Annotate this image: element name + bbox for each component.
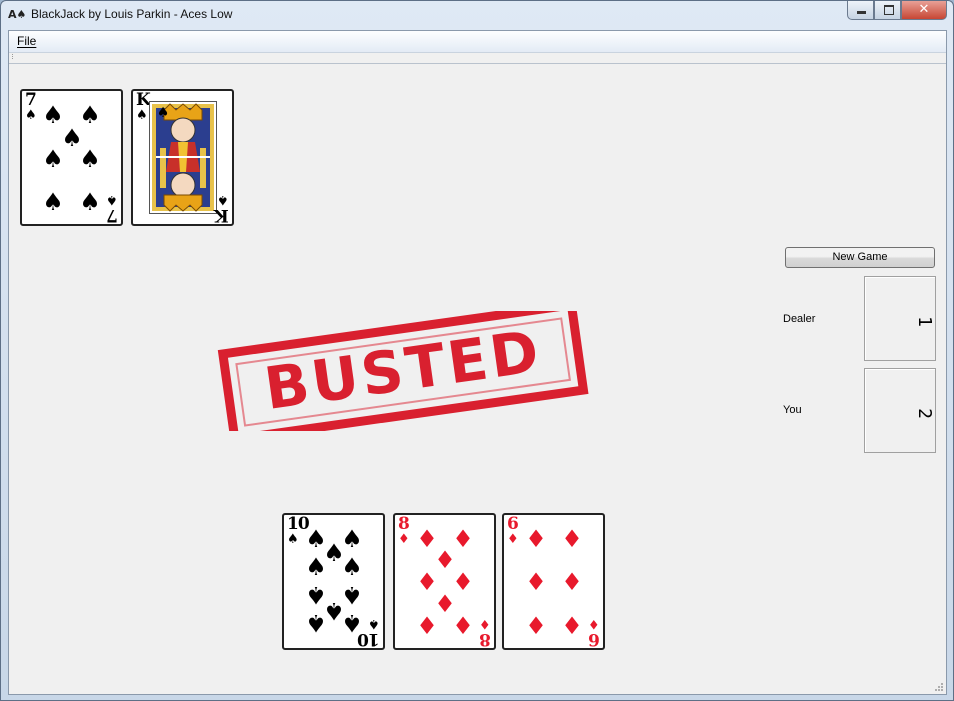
you-score-box: 2 — [864, 368, 936, 453]
dealer-label: Dealer — [783, 313, 816, 325]
dealer-card-2: K ♠ ♠ ♠ K — [131, 89, 234, 226]
spade-icon: ♠ — [136, 108, 148, 123]
diamond-icon: ♦ — [398, 532, 410, 547]
diamond-icon: ♦ — [525, 525, 547, 553]
diamond-icon: ♦ — [452, 612, 474, 640]
card-rank: 6 — [507, 514, 519, 534]
card-rank: K — [215, 205, 229, 225]
app-icon: A♠ — [8, 8, 27, 21]
toolbar-grip[interactable] — [12, 54, 15, 59]
close-button[interactable]: ✕ — [901, 1, 947, 20]
spade-icon: ♠ — [25, 108, 37, 123]
spade-icon: ♠ — [287, 532, 299, 547]
spade-icon: ♠ — [305, 553, 327, 581]
maximize-icon — [884, 5, 894, 15]
diamond-icon: ♦ — [561, 525, 583, 553]
card-rank: 7 — [107, 205, 118, 225]
dealer-card-1: 7 ♠ ♠ ♠ ♠ ♠ ♠ ♠ ♠ ♠ 7 — [20, 89, 123, 226]
you-label: You — [783, 404, 802, 416]
resize-grip-icon[interactable] — [934, 682, 944, 692]
spade-icon: ♠ — [79, 145, 101, 173]
spade-icon: ♠ — [305, 609, 327, 637]
player-card-2: 8 ♦ ♦ ♦ ♦ ♦ ♦ ♦ ♦ ♦ ♦ 8 — [393, 513, 496, 650]
diamond-icon: ♦ — [507, 532, 519, 547]
dealer-score: 1 — [914, 316, 936, 327]
minimize-icon — [857, 11, 866, 14]
minimize-button[interactable] — [847, 1, 874, 20]
card-rank: 8 — [480, 629, 491, 649]
player-card-3: 6 ♦ ♦ ♦ ♦ ♦ ♦ ♦ ♦ 6 — [502, 513, 605, 650]
card-rank: 10 — [358, 629, 380, 649]
title-bar[interactable]: A♠ BlackJack by Louis Parkin - Aces Low … — [1, 1, 953, 29]
menu-bar: File — [9, 31, 946, 53]
spade-icon: ♠ — [79, 188, 101, 216]
card-rank: 6 — [589, 629, 600, 649]
spade-icon: ♠ — [42, 145, 64, 173]
app-window: A♠ BlackJack by Louis Parkin - Aces Low … — [0, 0, 954, 701]
spade-icon: ♠ — [156, 105, 170, 121]
spade-icon: ♠ — [341, 553, 363, 581]
diamond-icon: ♦ — [525, 612, 547, 640]
card-rank: 7 — [25, 90, 37, 110]
spade-icon: ♠ — [42, 188, 64, 216]
busted-stamp: BUSTED — [217, 299, 589, 445]
maximize-button[interactable] — [874, 1, 901, 20]
diamond-icon: ♦ — [525, 568, 547, 596]
card-rank: 8 — [398, 514, 410, 534]
diamond-icon: ♦ — [416, 612, 438, 640]
menu-file[interactable]: File — [17, 34, 36, 48]
card-rank: K — [136, 90, 151, 110]
diamond-icon: ♦ — [561, 568, 583, 596]
caption-buttons: ✕ — [847, 1, 947, 21]
player-card-1: 10 ♠ ♠ ♠ ♠ ♠ ♠ ♠ ♠ ♠ ♠ ♠ ♠ 10 — [282, 513, 385, 650]
new-game-button[interactable]: New Game — [785, 247, 935, 268]
window-title: BlackJack by Louis Parkin - Aces Low — [31, 7, 233, 21]
close-icon: ✕ — [918, 2, 930, 17]
diamond-icon: ♦ — [561, 612, 583, 640]
you-score: 2 — [914, 408, 936, 419]
toolbar-strip — [9, 53, 946, 64]
game-area: File 7 ♠ ♠ ♠ ♠ ♠ ♠ ♠ ♠ ♠ 7 K ♠ ♠ ♠ K BUS… — [8, 30, 947, 695]
dealer-score-box: 1 — [864, 276, 936, 361]
